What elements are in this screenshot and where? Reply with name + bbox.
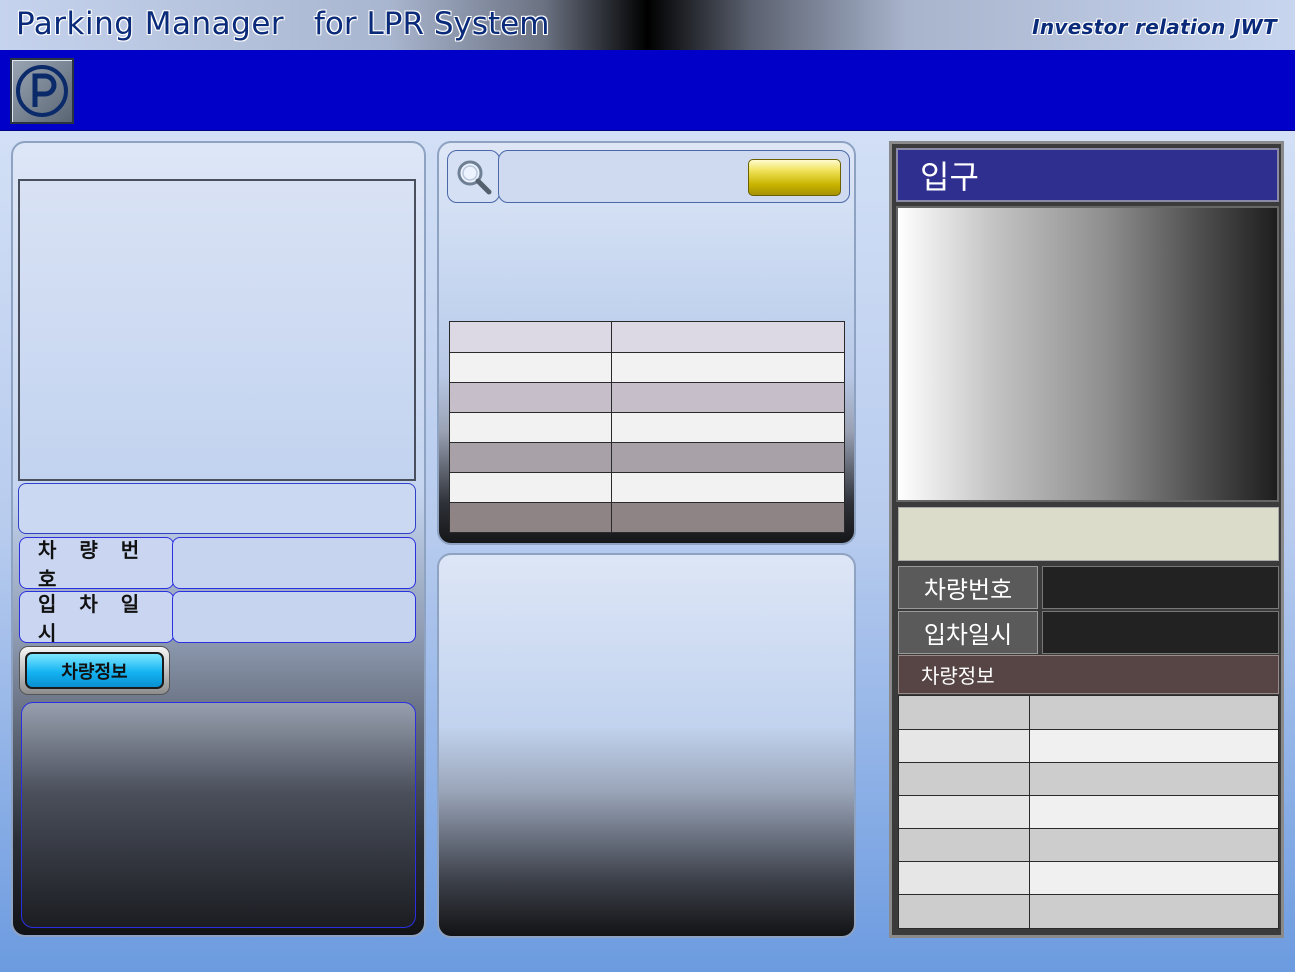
table-cell xyxy=(1029,695,1279,730)
parking-logo-button[interactable] xyxy=(10,58,74,124)
table-row xyxy=(898,729,1279,763)
table-cell xyxy=(449,412,612,443)
table-cell xyxy=(449,352,612,383)
entrance-plate-label: 차량번호 xyxy=(898,566,1038,609)
table-cell xyxy=(449,442,612,473)
title-bar: Parking Manager for LPR System Investor … xyxy=(0,0,1295,50)
table-cell xyxy=(449,321,612,353)
search-icon xyxy=(457,160,491,194)
table-cell xyxy=(1029,762,1279,796)
table-cell xyxy=(611,352,845,383)
table-cell xyxy=(611,382,845,413)
entrance-camera-view xyxy=(896,206,1279,502)
entrance-title: 입구 xyxy=(896,148,1279,202)
table-cell xyxy=(611,442,845,473)
results-table xyxy=(449,321,845,533)
table-row xyxy=(898,695,1279,730)
table-cell xyxy=(1029,861,1279,895)
entry-time-label: 입 차 일 시 xyxy=(19,591,174,645)
table-row[interactable] xyxy=(449,382,845,413)
table-cell xyxy=(449,382,612,413)
table-row xyxy=(898,828,1279,862)
table-row xyxy=(898,795,1279,829)
table-cell xyxy=(898,729,1030,763)
table-cell xyxy=(898,828,1030,862)
vehicle-image-preview xyxy=(18,179,416,481)
table-cell xyxy=(1029,795,1279,829)
table-cell xyxy=(611,412,845,443)
table-row[interactable] xyxy=(449,412,845,443)
plate-number-label: 차 량 번 호 xyxy=(19,537,174,591)
table-cell xyxy=(898,894,1030,929)
brand-label: Investor relation JWT xyxy=(1032,15,1277,39)
search-icon-box[interactable] xyxy=(447,150,500,203)
table-cell xyxy=(898,795,1030,829)
entrance-plate-field[interactable] xyxy=(1042,566,1279,609)
parking-icon xyxy=(16,65,68,117)
toolbar xyxy=(0,50,1295,131)
app-title: Parking Manager xyxy=(16,6,285,42)
table-row[interactable] xyxy=(449,442,845,473)
table-cell xyxy=(611,502,845,533)
table-cell xyxy=(449,502,612,533)
plate-image-box xyxy=(18,483,416,534)
table-cell xyxy=(898,695,1030,730)
entry-time-field[interactable] xyxy=(172,591,416,643)
table-cell xyxy=(611,321,845,353)
table-cell xyxy=(898,861,1030,895)
plate-number-field[interactable] xyxy=(172,537,416,589)
table-cell xyxy=(1029,894,1279,929)
table-row xyxy=(898,894,1279,929)
table-cell xyxy=(1029,729,1279,763)
table-row[interactable] xyxy=(449,502,845,533)
table-cell xyxy=(1029,828,1279,862)
car-info-button-label: 차량정보 xyxy=(25,652,164,689)
table-row xyxy=(898,762,1279,796)
table-row[interactable] xyxy=(449,472,845,503)
table-cell xyxy=(611,472,845,503)
table-cell xyxy=(449,472,612,503)
entrance-car-info-header: 차량정보 xyxy=(898,655,1279,694)
vehicle-detail-area xyxy=(21,702,416,928)
table-row[interactable] xyxy=(449,321,845,353)
table-row xyxy=(898,861,1279,895)
app-subtitle: for LPR System xyxy=(314,6,550,42)
car-info-button[interactable]: 차량정보 xyxy=(19,646,170,695)
entrance-plate-image xyxy=(898,507,1279,561)
table-cell xyxy=(898,762,1030,796)
search-button[interactable] xyxy=(748,159,841,196)
entrance-time-field[interactable] xyxy=(1042,611,1279,654)
entrance-time-label: 입차일시 xyxy=(898,611,1038,654)
table-row[interactable] xyxy=(449,352,845,383)
secondary-panel xyxy=(437,553,856,938)
entrance-info-table xyxy=(898,695,1279,929)
